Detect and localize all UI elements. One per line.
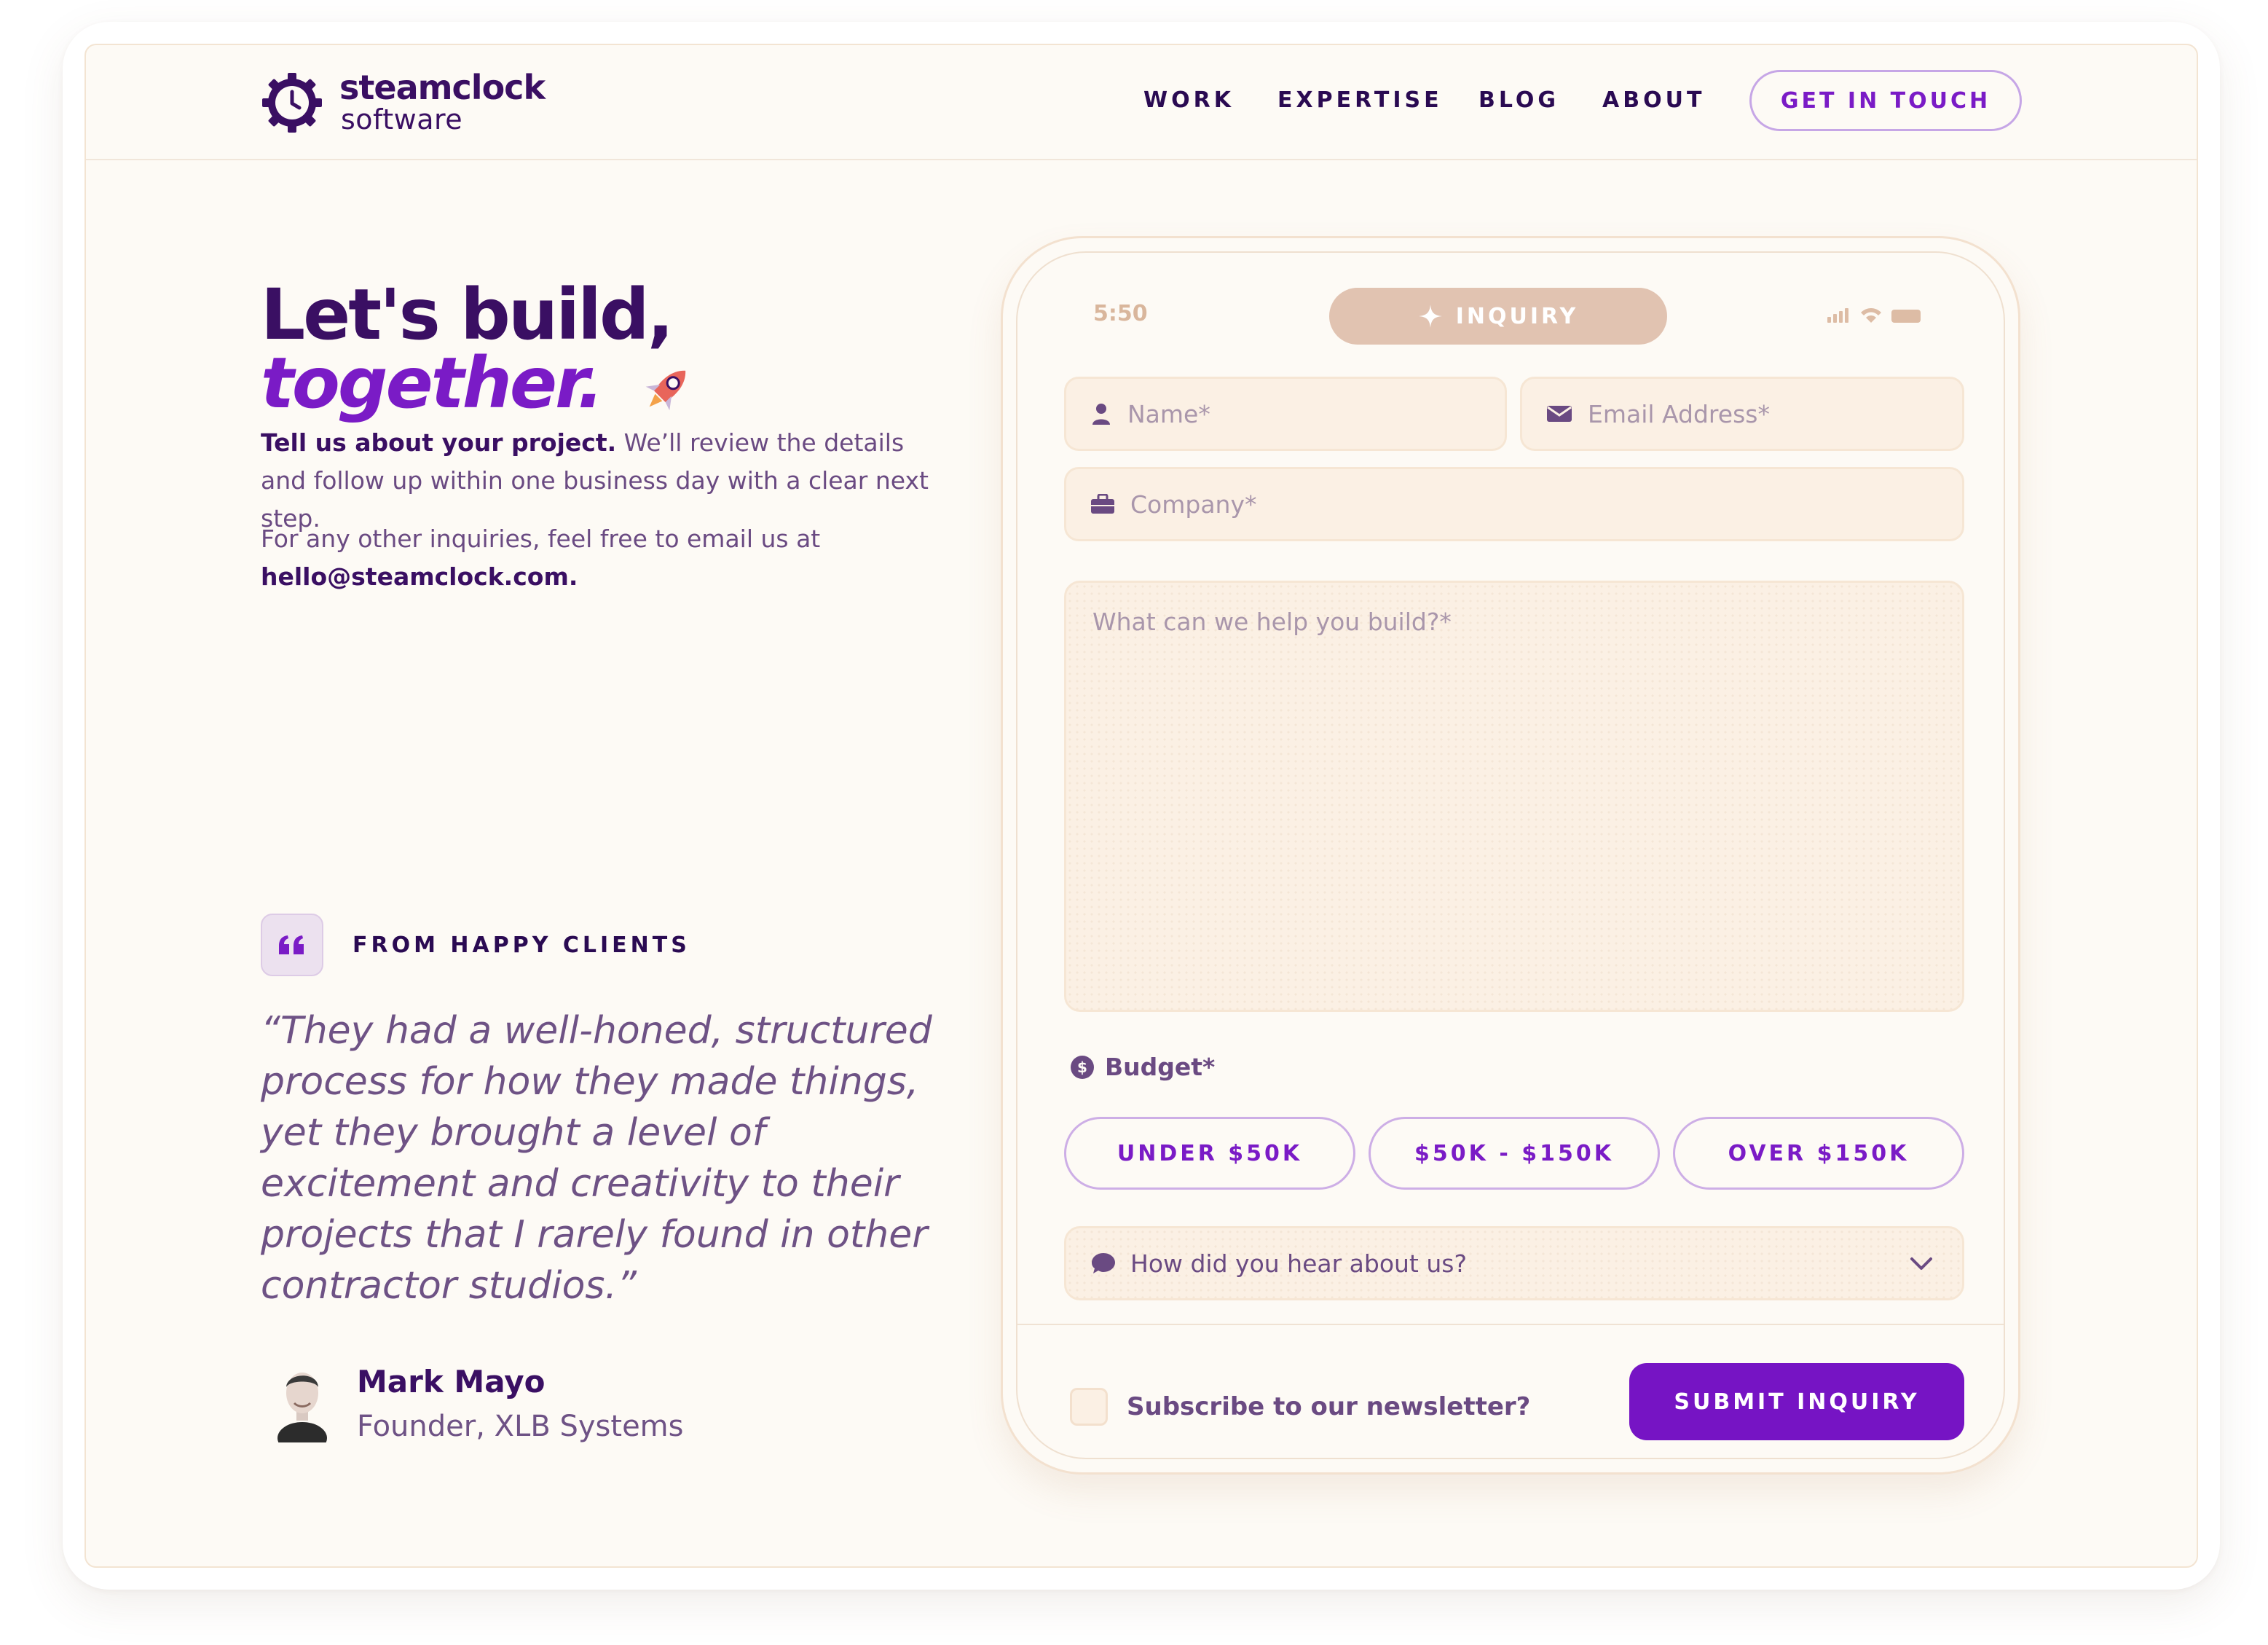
other-inquiries-text: For any other inquiries, feel free to em… (261, 525, 821, 553)
quote-badge (261, 914, 323, 976)
chevron-down-icon[interactable] (1910, 1256, 1933, 1272)
inquiry-pill: INQUIRY (1329, 288, 1667, 345)
name-placeholder: Name* (1127, 399, 1210, 428)
status-bar-icons (1827, 308, 1921, 323)
name-field[interactable]: Name* (1064, 377, 1507, 451)
dollar-icon: $ (1071, 1056, 1094, 1079)
newsletter-checkbox[interactable] (1070, 1388, 1108, 1426)
message-placeholder: What can we help you build?* (1092, 608, 1452, 636)
nav-blog[interactable]: BLOG (1478, 86, 1559, 115)
logo-subtitle[interactable]: software (341, 103, 462, 136)
email-placeholder: Email Address* (1588, 399, 1770, 428)
quote-icon (279, 935, 304, 954)
hero-title: Let's build, (261, 274, 674, 356)
phone-screen: 5:50 INQUIRY Name* Email Address* Compan… (1016, 251, 2005, 1459)
briefcase-icon (1091, 494, 1114, 514)
testimonial-role: Founder, XLB Systems (357, 1410, 684, 1443)
budget-over-150k-button[interactable]: OVER $150K (1673, 1117, 1964, 1190)
person-icon (1092, 404, 1110, 425)
email-link[interactable]: hello@steamclock.com. (261, 562, 578, 591)
nav-about[interactable]: ABOUT (1602, 86, 1705, 115)
testimonial-quote: “They had a well-honed, structured proce… (261, 1009, 932, 1308)
company-field[interactable]: Company* (1064, 467, 1964, 541)
nav-work[interactable]: WORK (1143, 86, 1235, 115)
nav-expertise[interactable]: EXPERTISE (1277, 86, 1443, 115)
intro-bold: Tell us about your project. (261, 428, 617, 457)
browser-frame: steamclock software WORK EXPERTISE BLOG … (84, 44, 2198, 1568)
testimonial-author: Mark Mayo (357, 1364, 546, 1399)
rocket-icon (645, 370, 686, 411)
avatar (277, 1373, 327, 1442)
clock-gear-icon[interactable] (261, 71, 323, 134)
envelope-icon (1547, 406, 1572, 422)
referral-select-value: How did you hear about us? (1130, 1249, 1467, 1278)
svg-text:$: $ (1077, 1059, 1087, 1076)
budget-label: $ Budget* (1070, 1053, 1215, 1082)
logo-name[interactable]: steamclock (339, 66, 546, 109)
testimonial-label: FROM HAPPY CLIENTS (353, 933, 690, 958)
sparkle-icon (1418, 305, 1442, 328)
inquiry-pill-label: INQUIRY (1455, 303, 1579, 329)
budget-label-text: Budget* (1105, 1053, 1216, 1081)
company-placeholder: Company* (1130, 490, 1257, 519)
status-time: 5:50 (1093, 301, 1148, 326)
other-inquiries: For any other inquiries, feel free to em… (261, 520, 945, 596)
chat-bubble-icon (1092, 1253, 1115, 1273)
submit-inquiry-button[interactable]: SUBMIT INQUIRY (1629, 1363, 1964, 1440)
budget-under-50k-button[interactable]: UNDER $50K (1064, 1117, 1355, 1190)
referral-source-select[interactable]: How did you hear about us? (1064, 1226, 1964, 1300)
form-divider (1017, 1324, 2004, 1325)
newsletter-label[interactable]: Subscribe to our newsletter? (1127, 1391, 1530, 1423)
project-description-textarea[interactable]: What can we help you build?* (1064, 581, 1964, 1012)
get-in-touch-button[interactable]: GET IN TOUCH (1749, 70, 2022, 131)
inquiry-phone-card: 5:50 INQUIRY Name* Email Address* Compan… (1001, 236, 2020, 1475)
hero-title-accent: together. (261, 342, 604, 424)
email-field[interactable]: Email Address* (1520, 377, 1964, 451)
site-header: steamclock software WORK EXPERTISE BLOG … (86, 45, 2197, 160)
budget-50k-150k-button[interactable]: $50K - $150K (1369, 1117, 1660, 1190)
